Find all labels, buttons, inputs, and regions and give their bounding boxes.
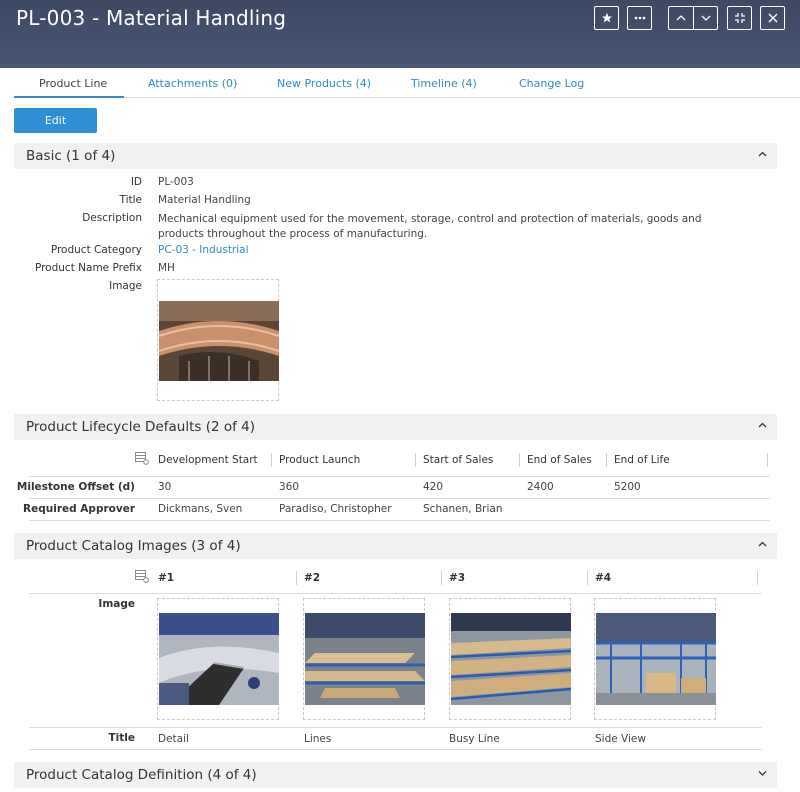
catalog-image-frame[interactable] xyxy=(594,598,716,720)
next-button[interactable] xyxy=(693,6,718,30)
page-title: PL-003 - Material Handling xyxy=(16,6,287,30)
image-title: Lines xyxy=(304,733,332,745)
conveyor-lines-image xyxy=(305,613,425,705)
previous-button[interactable] xyxy=(668,6,693,30)
chevron-up-icon xyxy=(758,151,767,157)
section-catalog-images-header[interactable]: Product Catalog Images (3 of 4) xyxy=(14,533,777,559)
more-icon xyxy=(634,16,645,20)
column-divider xyxy=(415,453,416,467)
table-cell: Paradiso, Christopher xyxy=(279,503,392,515)
table-settings-icon[interactable] xyxy=(135,570,149,583)
divider xyxy=(29,498,770,499)
row-label: Milestone Offset (d) xyxy=(16,481,135,493)
close-icon xyxy=(768,13,777,23)
column-divider xyxy=(296,571,297,585)
catalog-image-frame[interactable] xyxy=(157,598,279,720)
table-cell: 2400 xyxy=(527,481,554,493)
side-view-image xyxy=(596,613,716,705)
column-header: End of Sales xyxy=(527,454,592,466)
section-title: Basic (1 of 4) xyxy=(26,148,116,164)
table-cell: Schanen, Brian xyxy=(423,503,503,515)
column-divider xyxy=(441,571,442,585)
id-label: ID xyxy=(130,176,142,188)
chevron-down-icon xyxy=(701,15,710,21)
column-divider xyxy=(587,571,588,585)
tab-change-log[interactable]: Change Log xyxy=(519,77,584,90)
row-label: Image xyxy=(98,598,135,610)
column-header: Product Launch xyxy=(279,454,361,466)
image-title: Side View xyxy=(595,733,646,745)
prefix-label: Product Name Prefix xyxy=(34,262,142,274)
section-lifecycle-header[interactable]: Product Lifecycle Defaults (2 of 4) xyxy=(14,414,777,440)
close-button[interactable] xyxy=(760,6,785,30)
tab-bar: Product Line Attachments (0) New Product… xyxy=(14,68,800,98)
column-header: Start of Sales xyxy=(423,454,494,466)
table-cell: 360 xyxy=(279,481,300,493)
active-tab-indicator xyxy=(14,96,124,98)
table-cell: Dickmans, Sven xyxy=(158,503,243,515)
section-catalog-definition-header[interactable]: Product Catalog Definition (4 of 4) xyxy=(14,762,777,788)
table-cell: 5200 xyxy=(614,481,641,493)
basic-image-frame[interactable] xyxy=(157,279,279,401)
image-label: Image xyxy=(109,280,142,292)
favorite-button[interactable] xyxy=(594,6,619,30)
chevron-up-icon xyxy=(676,15,686,21)
collapse-icon xyxy=(734,13,745,23)
tab-product-line[interactable]: Product Line xyxy=(39,77,107,90)
column-divider xyxy=(606,453,607,467)
section-basic-header[interactable]: Basic (1 of 4) xyxy=(14,143,777,169)
more-button[interactable] xyxy=(627,6,652,30)
category-label: Product Category xyxy=(50,244,142,256)
column-header: End of Life xyxy=(614,454,670,466)
column-header: #4 xyxy=(595,572,612,584)
title-value: Material Handling xyxy=(158,194,251,206)
divider xyxy=(29,727,762,728)
column-divider xyxy=(519,453,520,467)
catalog-image-frame[interactable] xyxy=(449,598,571,720)
table-settings-icon[interactable] xyxy=(135,452,149,465)
title-label: Title xyxy=(119,194,142,206)
description-label: Description xyxy=(82,212,142,224)
tab-new-products[interactable]: New Products (4) xyxy=(277,77,371,90)
divider xyxy=(29,593,762,594)
conveyor-detail-image xyxy=(159,613,279,705)
table-cell: 420 xyxy=(423,481,444,493)
column-divider xyxy=(757,571,758,585)
chevron-down-icon xyxy=(758,771,767,776)
column-header: #1 xyxy=(158,572,175,584)
collapse-button[interactable] xyxy=(727,6,752,30)
divider xyxy=(29,749,762,750)
divider xyxy=(29,520,770,521)
chevron-up-icon xyxy=(758,422,767,428)
star-icon xyxy=(601,13,612,23)
description-value: Mechanical equipment used for the moveme… xyxy=(158,213,702,240)
busy-line-image xyxy=(451,613,571,705)
page-header: PL-003 - Material Handling xyxy=(0,0,800,68)
section-title: Product Catalog Images (3 of 4) xyxy=(26,538,241,554)
column-divider xyxy=(767,453,768,467)
id-value: PL-003 xyxy=(158,176,194,188)
prefix-value: MH xyxy=(158,262,175,274)
tab-attachments[interactable]: Attachments (0) xyxy=(148,77,237,90)
table-cell: 30 xyxy=(158,481,172,493)
category-link[interactable]: PC-03 - Industrial xyxy=(158,244,249,256)
image-title: Busy Line xyxy=(449,733,500,745)
column-header: #2 xyxy=(304,572,321,584)
column-header: Development Start xyxy=(158,454,258,466)
image-title: Detail xyxy=(158,733,189,745)
tab-timeline[interactable]: Timeline (4) xyxy=(411,77,477,90)
divider xyxy=(29,476,770,477)
row-label: Required Approver xyxy=(23,503,135,515)
section-title: Product Catalog Definition (4 of 4) xyxy=(26,767,257,783)
column-header: #3 xyxy=(449,572,466,584)
catalog-image-frame[interactable] xyxy=(303,598,425,720)
row-label: Title xyxy=(108,732,135,744)
conveyor-image xyxy=(159,301,279,381)
column-divider xyxy=(271,453,272,467)
section-title: Product Lifecycle Defaults (2 of 4) xyxy=(26,419,256,435)
edit-button[interactable]: Edit xyxy=(14,108,97,133)
chevron-up-icon xyxy=(758,541,767,547)
